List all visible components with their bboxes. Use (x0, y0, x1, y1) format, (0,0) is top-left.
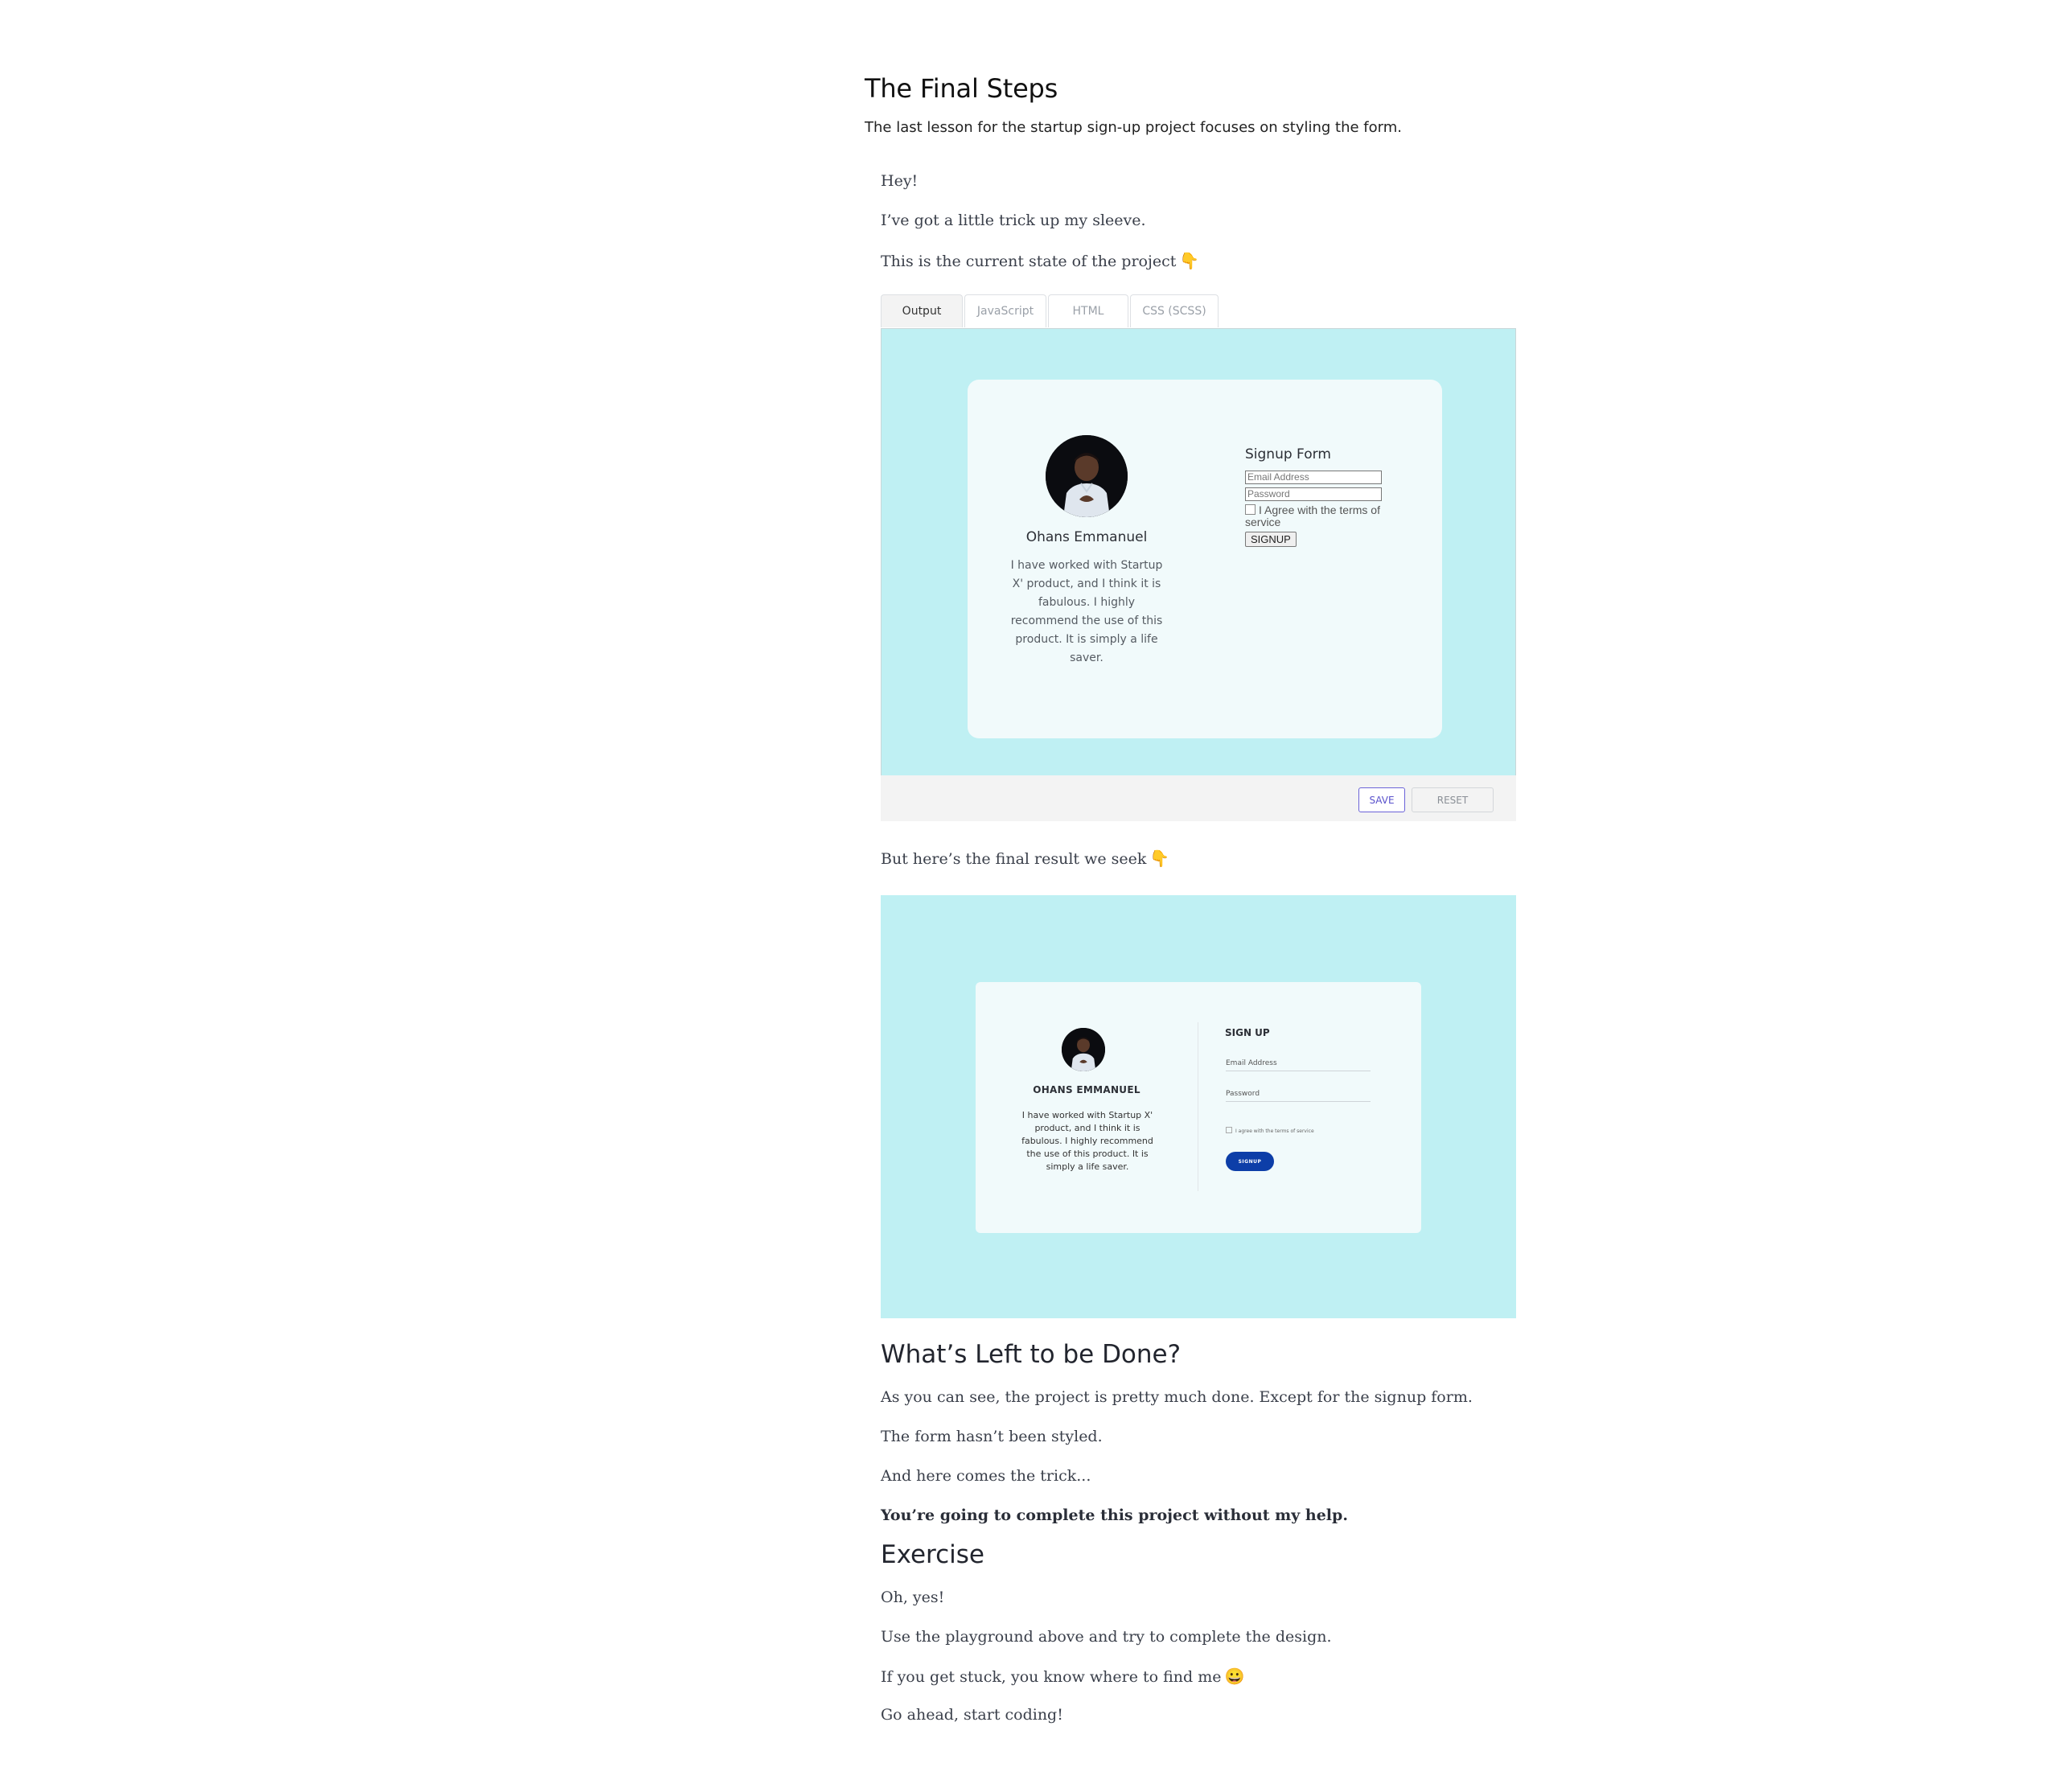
testimonial-name: Ohans Emmanuel (1025, 529, 1148, 545)
lesson-description: The last lesson for the startup sign-up … (865, 119, 1402, 136)
playground-tabs: Output JavaScript HTML CSS (SCSS) (881, 294, 1219, 330)
final-result-form-title: SIGN UP (1225, 1027, 1270, 1038)
paragraph-without-help: You’re going to complete this project wi… (881, 1506, 1348, 1524)
smile-icon: 😀 (1224, 1667, 1245, 1686)
person-icon (1046, 435, 1128, 517)
signup-button[interactable]: SIGNUP (1245, 532, 1297, 547)
final-result-agree-label: I agree with the terms of service (1235, 1128, 1314, 1134)
reset-button[interactable]: RESET (1412, 787, 1494, 812)
agree-checkbox[interactable] (1245, 504, 1256, 515)
final-result-password-field: Password (1226, 1090, 1371, 1102)
paragraph-oh-yes: Oh, yes! (881, 1589, 945, 1606)
playground-footer: SAVE RESET (881, 775, 1516, 821)
paragraph-use-playground: Use the playground above and try to comp… (881, 1628, 1332, 1646)
paragraph-current-state: This is the current state of the project… (881, 251, 1199, 270)
paragraph-current-state-text: This is the current state of the project (881, 253, 1177, 270)
tab-output[interactable]: Output (881, 294, 963, 327)
lesson-title: The Final Steps (865, 73, 1058, 104)
testimonial-quote: I have worked with Startup X' product, a… (1010, 559, 1163, 664)
final-result-image: OHANS EMMANUEL I have worked with Startu… (881, 895, 1516, 1318)
agree-terms[interactable]: I Agree with the terms of service (1245, 504, 1394, 528)
point-down-icon: 👇 (1149, 849, 1170, 868)
paragraph-get-stuck-text: If you get stuck, you know where to find… (881, 1668, 1222, 1686)
person-icon (1062, 1028, 1105, 1071)
paragraph-not-styled: The form hasn’t been styled. (881, 1428, 1103, 1445)
final-result-email-field: Email Address (1226, 1059, 1371, 1071)
agree-label: I Agree with the terms of service (1245, 503, 1380, 528)
save-button[interactable]: SAVE (1358, 787, 1405, 812)
paragraph-final-result-text: But here’s the final result we seek (881, 850, 1147, 868)
final-result-avatar (1062, 1028, 1105, 1071)
paragraph-pretty-much-done: As you can see, the project is pretty mu… (881, 1388, 1473, 1406)
lesson-page: The Final Steps The last lesson for the … (0, 0, 2059, 1792)
heading-whats-left: What’s Left to be Done? (881, 1340, 1182, 1369)
final-result-quote: I have worked with Startup X' product, a… (1021, 1110, 1153, 1172)
final-result-card: OHANS EMMANUEL I have worked with Startu… (976, 982, 1421, 1233)
paragraph-here-comes: And here comes the trick... (881, 1467, 1091, 1485)
signup-form: Signup Form Email Address Password I Agr… (1245, 446, 1406, 547)
testimonial-card: Ohans Emmanuel I have worked with Startu… (968, 380, 1442, 738)
email-field[interactable]: Email Address (1245, 471, 1382, 484)
paragraph-start-coding: Go ahead, start coding! (881, 1706, 1063, 1724)
point-down-icon: 👇 (1179, 251, 1200, 270)
heading-exercise: Exercise (881, 1540, 984, 1569)
tab-javascript[interactable]: JavaScript (964, 294, 1046, 327)
playground-output: Ohans Emmanuel I have worked with Startu… (881, 328, 1516, 777)
paragraph-trick: I’ve got a little trick up my sleeve. (881, 212, 1146, 229)
final-result-checkbox (1226, 1127, 1232, 1133)
tab-css-scss[interactable]: CSS (SCSS) (1130, 294, 1219, 327)
tab-html[interactable]: HTML (1048, 294, 1128, 327)
paragraph-final-result: But here’s the final result we seek 👇 (881, 849, 1169, 868)
paragraph-hey: Hey! (881, 172, 919, 190)
final-result-name: OHANS EMMANUEL (1033, 1084, 1140, 1095)
password-field[interactable]: Password (1245, 487, 1382, 501)
signup-form-title: Signup Form (1245, 446, 1331, 462)
paragraph-get-stuck: If you get stuck, you know where to find… (881, 1667, 1244, 1686)
final-result-agree: I agree with the terms of service (1226, 1127, 1314, 1134)
avatar (1046, 435, 1128, 517)
final-result-signup-button: SIGNUP (1226, 1152, 1274, 1171)
